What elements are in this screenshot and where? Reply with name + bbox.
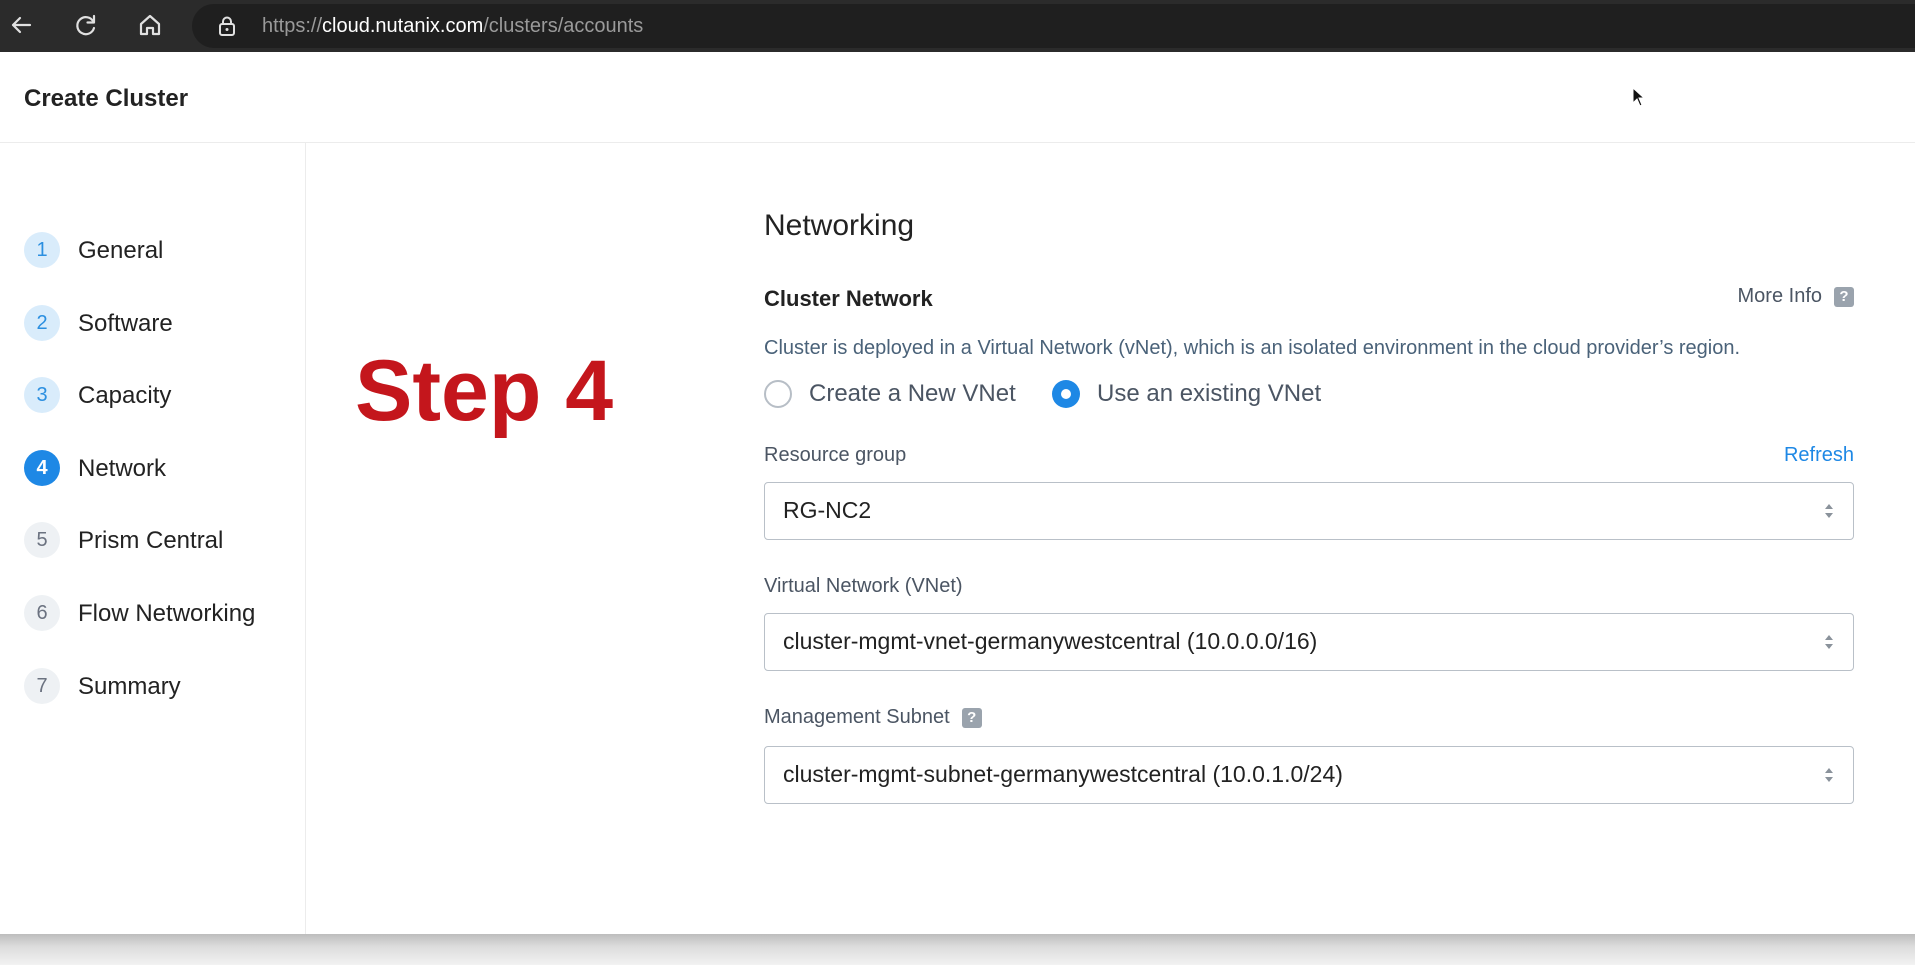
step-number: 5 — [24, 522, 60, 558]
vnet-value: cluster-mgmt-vnet-germanywestcentral (10… — [783, 628, 1318, 654]
wizard-steps-sidebar: 1 General 2 Software 3 Capacity 4 Networ… — [0, 143, 306, 934]
step-number: 3 — [24, 377, 60, 413]
management-subnet-value: cluster-mgmt-subnet-germanywestcentral (… — [783, 761, 1343, 787]
management-subnet-label: Management Subnet? — [764, 706, 982, 729]
radio-label: Create a New VNet — [809, 380, 1016, 407]
lock-icon[interactable] — [216, 15, 238, 37]
resource-group-value: RG-NC2 — [783, 497, 872, 523]
step-number: 6 — [24, 595, 60, 631]
select-caret-icon — [1825, 504, 1833, 518]
step-number: 7 — [24, 668, 60, 704]
more-info-link[interactable]: More Info? — [1738, 285, 1854, 308]
reload-icon[interactable] — [71, 10, 101, 40]
resource-group-label: Resource group — [764, 444, 907, 466]
section-title: Networking — [764, 209, 915, 242]
cluster-network-title: Cluster Network — [764, 286, 933, 311]
cluster-network-description: Cluster is deployed in a Virtual Network… — [764, 337, 1741, 359]
url-scheme: https:// — [262, 15, 323, 37]
step-label: Flow Networking — [78, 600, 256, 627]
step-label: Prism Central — [78, 527, 224, 554]
url-host: cloud.nutanix.com — [322, 15, 484, 37]
step-label: Network — [78, 455, 167, 482]
vnet-label: Virtual Network (VNet) — [764, 575, 963, 597]
create-cluster-app: Create Cluster 1 General 2 Software 3 Ca… — [0, 52, 1915, 934]
radio-unchecked-icon[interactable] — [764, 380, 792, 408]
page-header: Create Cluster — [0, 52, 1915, 143]
help-icon[interactable]: ? — [1834, 286, 1854, 307]
select-caret-icon — [1825, 635, 1833, 649]
browser-toolbar: https://cloud.nutanix.com/clusters/accou… — [0, 0, 1915, 52]
back-arrow-icon[interactable] — [6, 10, 36, 40]
url-path: /clusters/accounts — [483, 15, 644, 37]
management-subnet-select[interactable]: cluster-mgmt-subnet-germanywestcentral (… — [764, 746, 1854, 804]
home-icon[interactable] — [135, 10, 165, 40]
step-label: Summary — [78, 673, 181, 700]
refresh-link[interactable]: Refresh — [1784, 444, 1854, 467]
mouse-cursor-icon — [1632, 87, 1646, 107]
resource-group-select[interactable]: RG-NC2 — [764, 482, 1854, 540]
step-label: Capacity — [78, 382, 172, 409]
step-label: Software — [78, 310, 173, 337]
vnet-select[interactable]: cluster-mgmt-vnet-germanywestcentral (10… — [764, 613, 1854, 671]
step-number: 1 — [24, 232, 60, 268]
step-number: 2 — [24, 305, 60, 341]
management-subnet-label-text: Management Subnet — [764, 706, 950, 728]
url-text: https://cloud.nutanix.com/clusters/accou… — [262, 15, 643, 38]
select-caret-icon — [1825, 768, 1833, 782]
more-info-label: More Info — [1737, 285, 1822, 307]
radio-label: Use an existing VNet — [1097, 380, 1322, 407]
step-number: 4 — [24, 450, 60, 486]
radio-checked-icon[interactable] — [1052, 380, 1080, 408]
step-annotation: Step 4 — [355, 343, 614, 439]
address-bar[interactable]: https://cloud.nutanix.com/clusters/accou… — [192, 4, 1915, 48]
window-bottom-shadow — [0, 934, 1915, 965]
help-icon[interactable]: ? — [961, 707, 982, 728]
step-label: General — [78, 237, 164, 264]
page-title: Create Cluster — [24, 85, 189, 112]
